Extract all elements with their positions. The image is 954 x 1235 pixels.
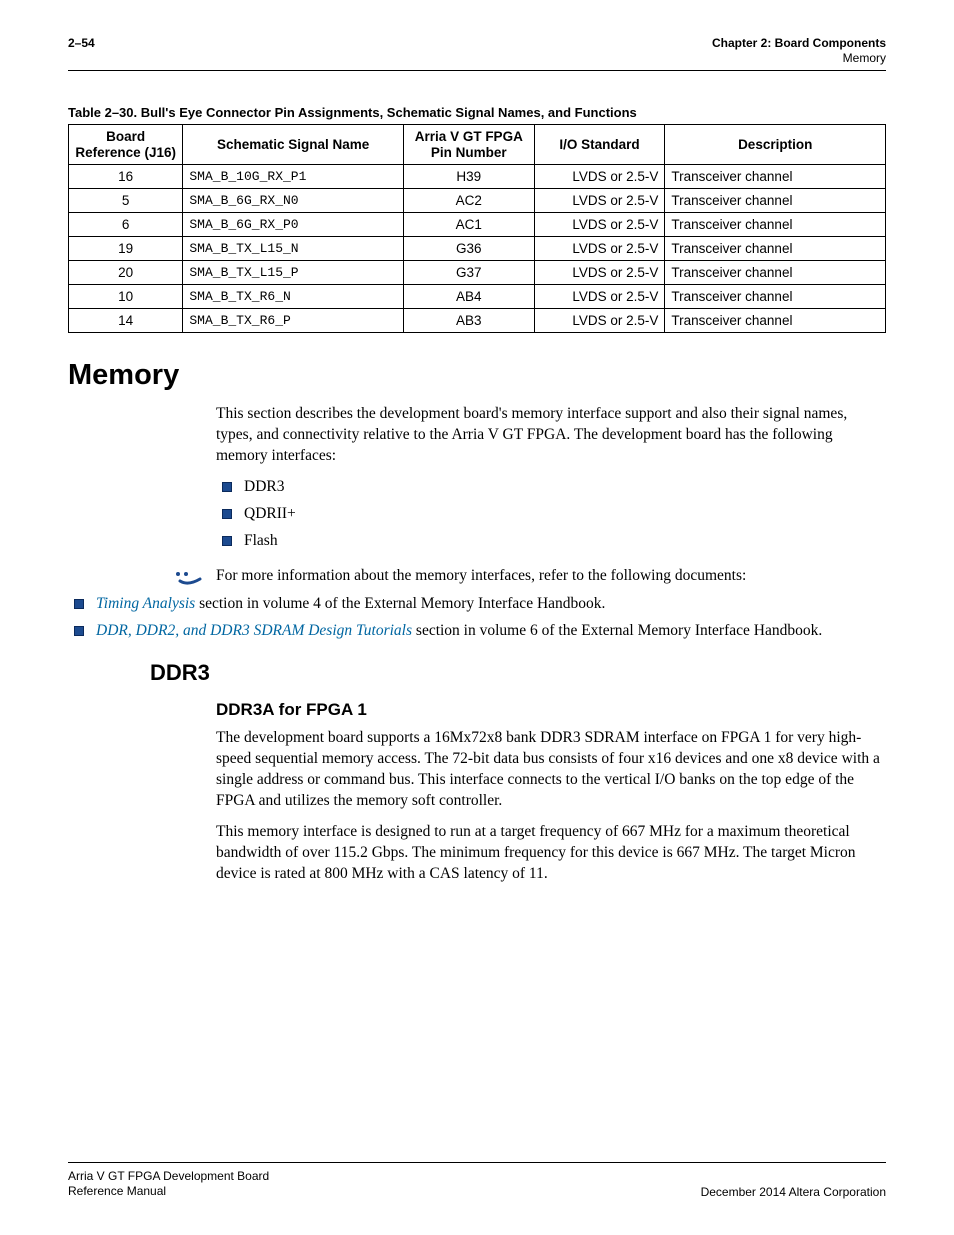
list-item: QDRII+ <box>222 504 886 525</box>
footer-doc-subtitle: Reference Manual <box>68 1184 269 1199</box>
cell-pin: AC2 <box>403 189 534 213</box>
cell-board-ref: 5 <box>69 189 183 213</box>
list-item: Flash <box>222 531 886 552</box>
memory-note: For more information about the memory in… <box>216 566 886 587</box>
cell-pin: AC1 <box>403 213 534 237</box>
header-right: Chapter 2: Board Components Memory <box>712 36 886 66</box>
cell-signal: SMA_B_6G_RX_P0 <box>183 213 404 237</box>
cell-signal: SMA_B_TX_R6_N <box>183 285 404 309</box>
table-row: 5SMA_B_6G_RX_N0AC2LVDS or 2.5-VTransceiv… <box>69 189 886 213</box>
col-board-ref: BoardReference (J16) <box>69 125 183 165</box>
table-caption: Table 2–30. Bull's Eye Connector Pin Ass… <box>68 105 886 120</box>
list-item: DDR, DDR2, and DDR3 SDRAM Design Tutoria… <box>74 621 886 642</box>
table-header-row: BoardReference (J16) Schematic Signal Na… <box>69 125 886 165</box>
cell-signal: SMA_B_6G_RX_N0 <box>183 189 404 213</box>
page-number: 2–54 <box>68 36 95 50</box>
cell-desc: Transceiver channel <box>665 261 886 285</box>
cell-io: LVDS or 2.5-V <box>534 309 665 333</box>
info-icon <box>172 566 206 586</box>
cell-io: LVDS or 2.5-V <box>534 261 665 285</box>
list-item: Timing Analysis section in volume 4 of t… <box>74 594 886 615</box>
chapter-title: Chapter 2: Board Components <box>712 36 886 51</box>
cell-board-ref: 6 <box>69 213 183 237</box>
cell-pin: G37 <box>403 261 534 285</box>
cell-desc: Transceiver channel <box>665 213 886 237</box>
table-row: 16SMA_B_10G_RX_P1H39LVDS or 2.5-VTransce… <box>69 165 886 189</box>
footer-doc-title: Arria V GT FPGA Development Board <box>68 1169 269 1184</box>
col-io-standard: I/O Standard <box>534 125 665 165</box>
heading-ddr3: DDR3 <box>150 660 886 686</box>
cell-io: LVDS or 2.5-V <box>534 213 665 237</box>
page-footer: Arria V GT FPGA Development Board Refere… <box>68 1162 886 1199</box>
cell-desc: Transceiver channel <box>665 285 886 309</box>
memory-intro: This section describes the development b… <box>216 404 886 467</box>
cell-pin: G36 <box>403 237 534 261</box>
col-signal-name: Schematic Signal Name <box>183 125 404 165</box>
table-row: 10SMA_B_TX_R6_NAB4LVDS or 2.5-VTransceiv… <box>69 285 886 309</box>
ddr3-para-2: This memory interface is designed to run… <box>216 822 886 885</box>
cell-signal: SMA_B_10G_RX_P1 <box>183 165 404 189</box>
cell-board-ref: 20 <box>69 261 183 285</box>
cell-pin: AB4 <box>403 285 534 309</box>
col-pin-number: Arria V GT FPGAPin Number <box>403 125 534 165</box>
cell-board-ref: 19 <box>69 237 183 261</box>
list-item: DDR3 <box>222 477 886 498</box>
footer-date-company: December 2014 Altera Corporation <box>701 1185 886 1199</box>
page-header: 2–54 Chapter 2: Board Components Memory <box>68 36 886 71</box>
heading-ddr3a: DDR3A for FPGA 1 <box>216 700 886 720</box>
cell-io: LVDS or 2.5-V <box>534 189 665 213</box>
cell-signal: SMA_B_TX_R6_P <box>183 309 404 333</box>
cell-io: LVDS or 2.5-V <box>534 165 665 189</box>
cell-pin: H39 <box>403 165 534 189</box>
col-description: Description <box>665 125 886 165</box>
cell-pin: AB3 <box>403 309 534 333</box>
section-breadcrumb: Memory <box>712 51 886 66</box>
pin-table: BoardReference (J16) Schematic Signal Na… <box>68 124 886 333</box>
table-row: 14SMA_B_TX_R6_PAB3LVDS or 2.5-VTransceiv… <box>69 309 886 333</box>
cell-signal: SMA_B_TX_L15_N <box>183 237 404 261</box>
table-row: 20SMA_B_TX_L15_PG37LVDS or 2.5-VTranscei… <box>69 261 886 285</box>
cell-desc: Transceiver channel <box>665 189 886 213</box>
cell-io: LVDS or 2.5-V <box>534 237 665 261</box>
cell-board-ref: 14 <box>69 309 183 333</box>
cell-board-ref: 16 <box>69 165 183 189</box>
cell-desc: Transceiver channel <box>665 165 886 189</box>
cell-io: LVDS or 2.5-V <box>534 285 665 309</box>
table-row: 6SMA_B_6G_RX_P0AC1LVDS or 2.5-VTransceiv… <box>69 213 886 237</box>
cell-signal: SMA_B_TX_L15_P <box>183 261 404 285</box>
cell-board-ref: 10 <box>69 285 183 309</box>
doc-link[interactable]: DDR, DDR2, and DDR3 SDRAM Design Tutoria… <box>96 622 412 639</box>
table-row: 19SMA_B_TX_L15_NG36LVDS or 2.5-VTranscei… <box>69 237 886 261</box>
cell-desc: Transceiver channel <box>665 237 886 261</box>
ddr3-para-1: The development board supports a 16Mx72x… <box>216 728 886 812</box>
heading-memory: Memory <box>68 359 886 392</box>
doc-link[interactable]: Timing Analysis <box>96 595 195 612</box>
cell-desc: Transceiver channel <box>665 309 886 333</box>
